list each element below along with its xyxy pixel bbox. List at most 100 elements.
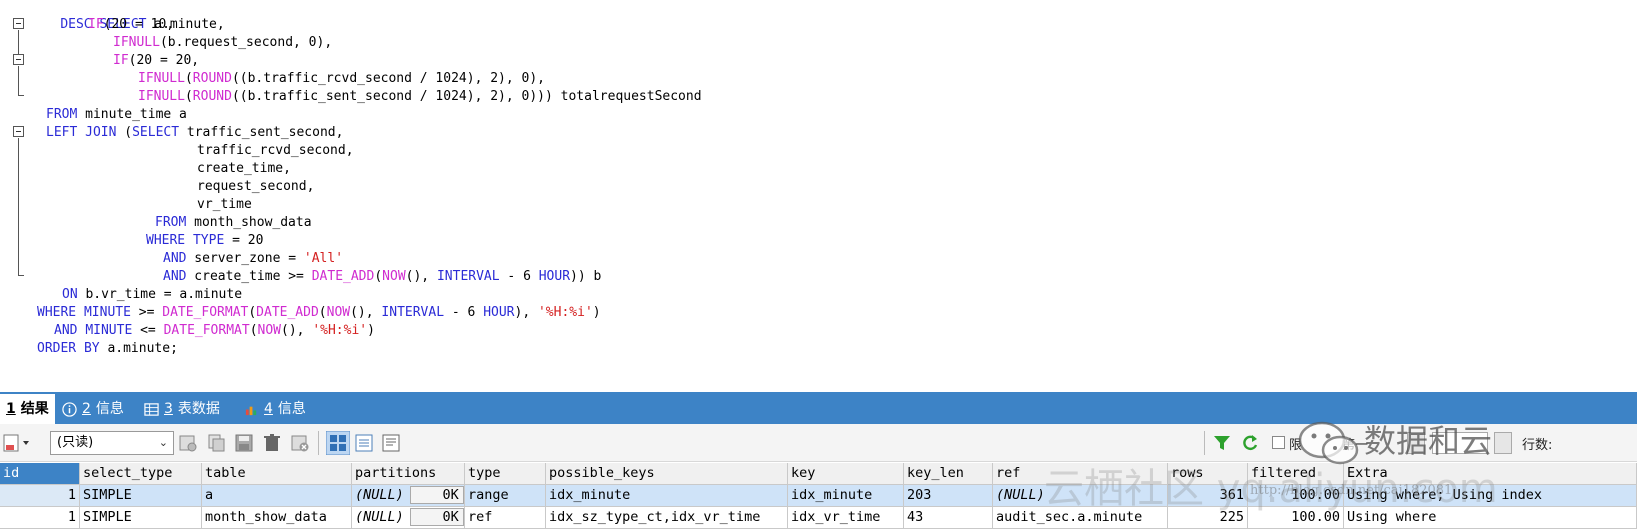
tab-number: 3 [164, 401, 173, 417]
first-row-label: 第一 [1342, 438, 1369, 453]
column-header[interactable]: Extra [1344, 463, 1637, 485]
cell-key[interactable]: idx_minute [788, 485, 904, 507]
code-line: AND MINUTE <= DATE_FORMAT(NOW(), '%H:%i'… [54, 323, 375, 338]
cell-possible-keys[interactable]: idx_sz_type_ct,idx_vr_time [546, 507, 788, 529]
column-header[interactable]: possible_keys [546, 463, 788, 485]
code-line: ORDER BY a.minute; [37, 341, 178, 356]
code-line: IFNULL(b.request_second, 0), [113, 35, 333, 50]
cell-ref[interactable]: (NULL) [993, 485, 1168, 507]
tab-number: 1 [6, 401, 16, 417]
code-line: WHERE MINUTE >= DATE_FORMAT(DATE_ADD(NOW… [37, 305, 601, 320]
code-line: traffic_rcvd_second, [197, 143, 354, 158]
code-line: AND server_zone = 'All' [163, 251, 344, 266]
tab-table-data[interactable]: 3 表数据 [138, 394, 226, 424]
cell-table[interactable]: month_show_data [202, 507, 352, 529]
cell-type[interactable]: ref [465, 507, 546, 529]
cell-rows[interactable]: 225 [1168, 507, 1248, 529]
column-header[interactable]: type [465, 463, 546, 485]
duplicate-row-icon[interactable] [206, 433, 226, 453]
limit-label: 限 [1289, 438, 1303, 453]
tab-info[interactable]: 2 信息 [56, 394, 130, 424]
first-row-input[interactable] [1432, 432, 1488, 454]
column-header[interactable]: key [788, 463, 904, 485]
sql-editor[interactable]: DESC SELECT a.minute, IF(20 = 10, IFNULL… [0, 0, 1637, 392]
code-line: FROM minute_time a [46, 107, 187, 122]
column-header[interactable]: id [0, 463, 80, 485]
cell-extra[interactable]: Using where [1344, 507, 1637, 529]
toolbar-separator [318, 431, 319, 455]
fold-toggle-icon[interactable] [13, 18, 24, 29]
fold-toggle-icon[interactable] [13, 126, 24, 137]
result-grid[interactable]: id select_type table partitions type pos… [0, 463, 1637, 531]
edit-mode-select[interactable]: (只读) ⌄ [50, 431, 174, 455]
column-header[interactable]: select_type [80, 463, 202, 485]
grid-header-row: id select_type table partitions type pos… [0, 463, 1637, 485]
column-header[interactable]: table [202, 463, 352, 485]
limit-checkbox[interactable] [1272, 436, 1285, 449]
tab-label: 信息 [95, 401, 124, 417]
export-dropdown-icon[interactable] [2, 433, 32, 453]
column-header[interactable]: ref [993, 463, 1168, 485]
filter-icon[interactable] [1212, 433, 1232, 453]
fold-toggle-icon[interactable] [13, 54, 24, 65]
cell-extra[interactable]: Using where; Using index [1344, 485, 1637, 507]
column-header[interactable]: partitions [352, 463, 465, 485]
cell-key[interactable]: idx_vr_time [788, 507, 904, 529]
form-view-icon[interactable] [354, 433, 374, 453]
toolbar-separator [1204, 431, 1205, 455]
code-line: vr_time [197, 197, 252, 212]
cell-rows[interactable]: 361 [1168, 485, 1248, 507]
tab-results[interactable]: 1 结果 [0, 394, 55, 424]
code-line: AND create_time >= DATE_ADD(NOW(), INTER… [163, 269, 602, 284]
code-line: IFNULL(ROUND((b.traffic_rcvd_second / 10… [138, 71, 546, 86]
grid-view-icon[interactable] [326, 431, 350, 455]
first-row-spinner[interactable] [1407, 432, 1425, 454]
insert-row-icon[interactable] [178, 433, 198, 453]
tab-label: 信息 [277, 401, 306, 417]
code-line: create_time, [197, 161, 291, 176]
cell-filtered[interactable]: 100.00 [1248, 507, 1344, 529]
tab-number: 2 [82, 401, 91, 417]
cell-ref[interactable]: audit_sec.a.minute [993, 507, 1168, 529]
refresh-icon[interactable] [1240, 433, 1260, 453]
row-count-spinner[interactable] [1494, 432, 1512, 454]
table-row[interactable]: 1 SIMPLE month_show_data (NULL) 0K ref id… [0, 507, 1637, 529]
cell-key-len[interactable]: 203 [904, 485, 993, 507]
null-value: (NULL) [355, 487, 404, 503]
code-line: IF(20 = 10, [88, 17, 175, 32]
column-header[interactable]: key_len [904, 463, 993, 485]
table-row[interactable]: 1 SIMPLE a (NULL) 0K range idx_minute idx… [0, 485, 1637, 507]
code-line: DESC SELECT a.minute, [60, 17, 225, 32]
cell-partitions[interactable]: (NULL) 0K [352, 507, 465, 529]
tab-label: 结果 [20, 401, 49, 417]
cell-partitions[interactable]: (NULL) 0K [352, 485, 465, 507]
cell-id[interactable]: 1 [0, 507, 80, 529]
cell-key-len[interactable]: 43 [904, 507, 993, 529]
result-tab-bar: 1 结果 2 信息 3 表数据 4 信息 [0, 392, 1637, 424]
delete-icon[interactable] [262, 433, 282, 453]
cell-select-type[interactable]: SIMPLE [80, 507, 202, 529]
column-header[interactable]: filtered [1248, 463, 1344, 485]
cancel-changes-icon[interactable] [290, 433, 310, 453]
cell-filtered[interactable]: 100.00 [1248, 485, 1344, 507]
cell-type[interactable]: range [465, 485, 546, 507]
save-icon[interactable] [234, 433, 254, 453]
null-value: (NULL) [355, 509, 404, 525]
tab-info-2[interactable]: 4 信息 [238, 394, 312, 424]
code-line: request_second, [197, 179, 315, 194]
sql-keyword: DESC [60, 17, 92, 32]
cell-select-type[interactable]: SIMPLE [80, 485, 202, 507]
blob-size-badge: 0K [409, 486, 464, 504]
blob-size-badge: 0K [409, 508, 464, 526]
fold-guide-line [18, 30, 19, 54]
code-line: WHERE TYPE = 20 [146, 233, 264, 248]
row-count-label: 行数: [1522, 438, 1553, 453]
text-view-icon[interactable] [381, 433, 401, 453]
cell-table[interactable]: a [202, 485, 352, 507]
code-line: IFNULL(ROUND((b.traffic_sent_second / 10… [138, 89, 702, 104]
result-toolbar: (只读) ⌄ 限 第一 行数: [0, 424, 1637, 462]
cell-id[interactable]: 1 [0, 485, 80, 507]
column-header[interactable]: rows [1168, 463, 1248, 485]
cell-possible-keys[interactable]: idx_minute [546, 485, 788, 507]
fold-end-marker [18, 275, 24, 276]
